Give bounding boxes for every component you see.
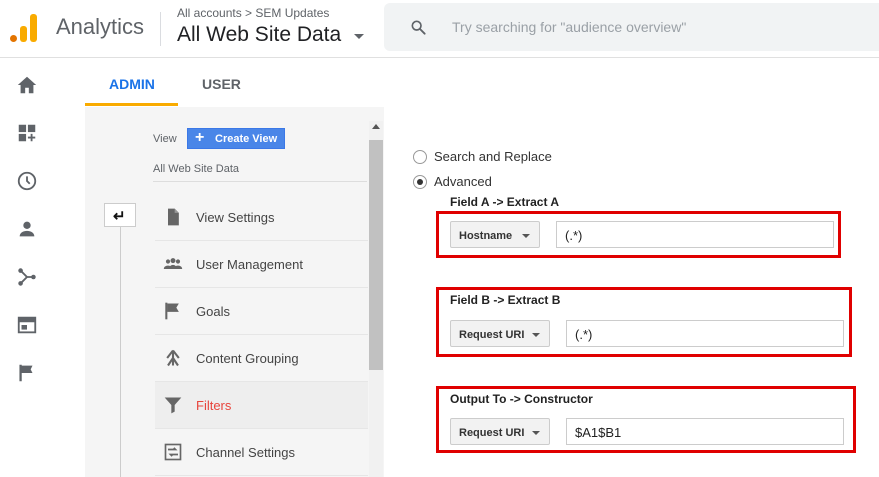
scroll-up-icon[interactable]	[372, 124, 380, 129]
analytics-logo-icon[interactable]	[10, 12, 40, 42]
customization-icon[interactable]	[16, 122, 38, 144]
radio-advanced[interactable]	[413, 175, 427, 189]
users-icon	[163, 258, 183, 269]
field-a-select[interactable]: Hostname	[450, 221, 540, 248]
flag-icon	[165, 302, 179, 320]
flag-icon[interactable]	[16, 362, 38, 384]
radio-label-advanced: Advanced	[434, 174, 492, 189]
caret-down-icon	[532, 431, 540, 435]
view-column-label: View	[153, 133, 177, 145]
arrow-left-icon: ↵	[113, 208, 126, 225]
search-bar[interactable]: Try searching for "audience overview"	[384, 3, 879, 51]
search-icon	[411, 20, 426, 35]
filter-icon	[164, 397, 182, 414]
search-input[interactable]: Try searching for "audience overview"	[452, 19, 686, 35]
home-icon[interactable]	[16, 74, 38, 96]
divider	[153, 181, 367, 182]
field-b-select[interactable]: Request URI	[450, 320, 550, 347]
radio-label-search-replace: Search and Replace	[434, 149, 552, 164]
plus-icon: +	[195, 129, 205, 146]
behavior-icon[interactable]	[16, 314, 38, 336]
person-icon[interactable]	[16, 218, 38, 240]
channel-settings-icon	[164, 443, 182, 461]
caret-down-icon	[522, 234, 530, 238]
menu-item-goals[interactable]: Goals	[155, 288, 368, 335]
radio-search-replace[interactable]	[413, 150, 427, 164]
create-view-button[interactable]: + Create View	[187, 128, 285, 149]
back-button[interactable]: ↵	[104, 203, 136, 227]
menu-item-channel-settings[interactable]: Channel Settings	[155, 429, 368, 476]
header-divider	[160, 12, 161, 46]
output-input[interactable]: $A1$B1	[566, 418, 844, 445]
clock-icon[interactable]	[16, 170, 38, 192]
document-icon	[168, 208, 179, 226]
menu-item-view-settings[interactable]: View Settings	[155, 194, 368, 241]
top-bar: Analytics All accounts > SEM Updates All…	[0, 0, 879, 58]
acquisition-icon[interactable]	[16, 266, 38, 288]
view-selector[interactable]: All Web Site Data	[177, 23, 341, 47]
menu-item-content-grouping[interactable]: Content Grouping	[155, 335, 368, 382]
breadcrumb[interactable]: All accounts > SEM Updates	[177, 6, 329, 20]
current-view-name: All Web Site Data	[153, 163, 240, 175]
field-a-input[interactable]: (.*)	[556, 221, 834, 248]
caret-down-icon	[532, 333, 540, 337]
app-title: Analytics	[56, 14, 145, 39]
field-a-title: Field A -> Extract A	[450, 195, 560, 209]
output-select[interactable]: Request URI	[450, 418, 550, 445]
menu-item-user-management[interactable]: User Management	[155, 241, 368, 288]
menu-item-filters[interactable]: Filters	[155, 382, 368, 429]
tab-user[interactable]: USER	[202, 76, 241, 92]
active-tab-indicator	[85, 103, 178, 106]
left-nav	[0, 58, 56, 477]
caret-down-icon[interactable]	[354, 34, 364, 39]
tab-admin[interactable]: ADMIN	[109, 76, 155, 92]
field-b-input[interactable]: (.*)	[566, 320, 844, 347]
tree-line	[120, 227, 121, 477]
grouping-icon	[166, 349, 180, 367]
scrollbar-thumb[interactable]	[369, 140, 383, 370]
